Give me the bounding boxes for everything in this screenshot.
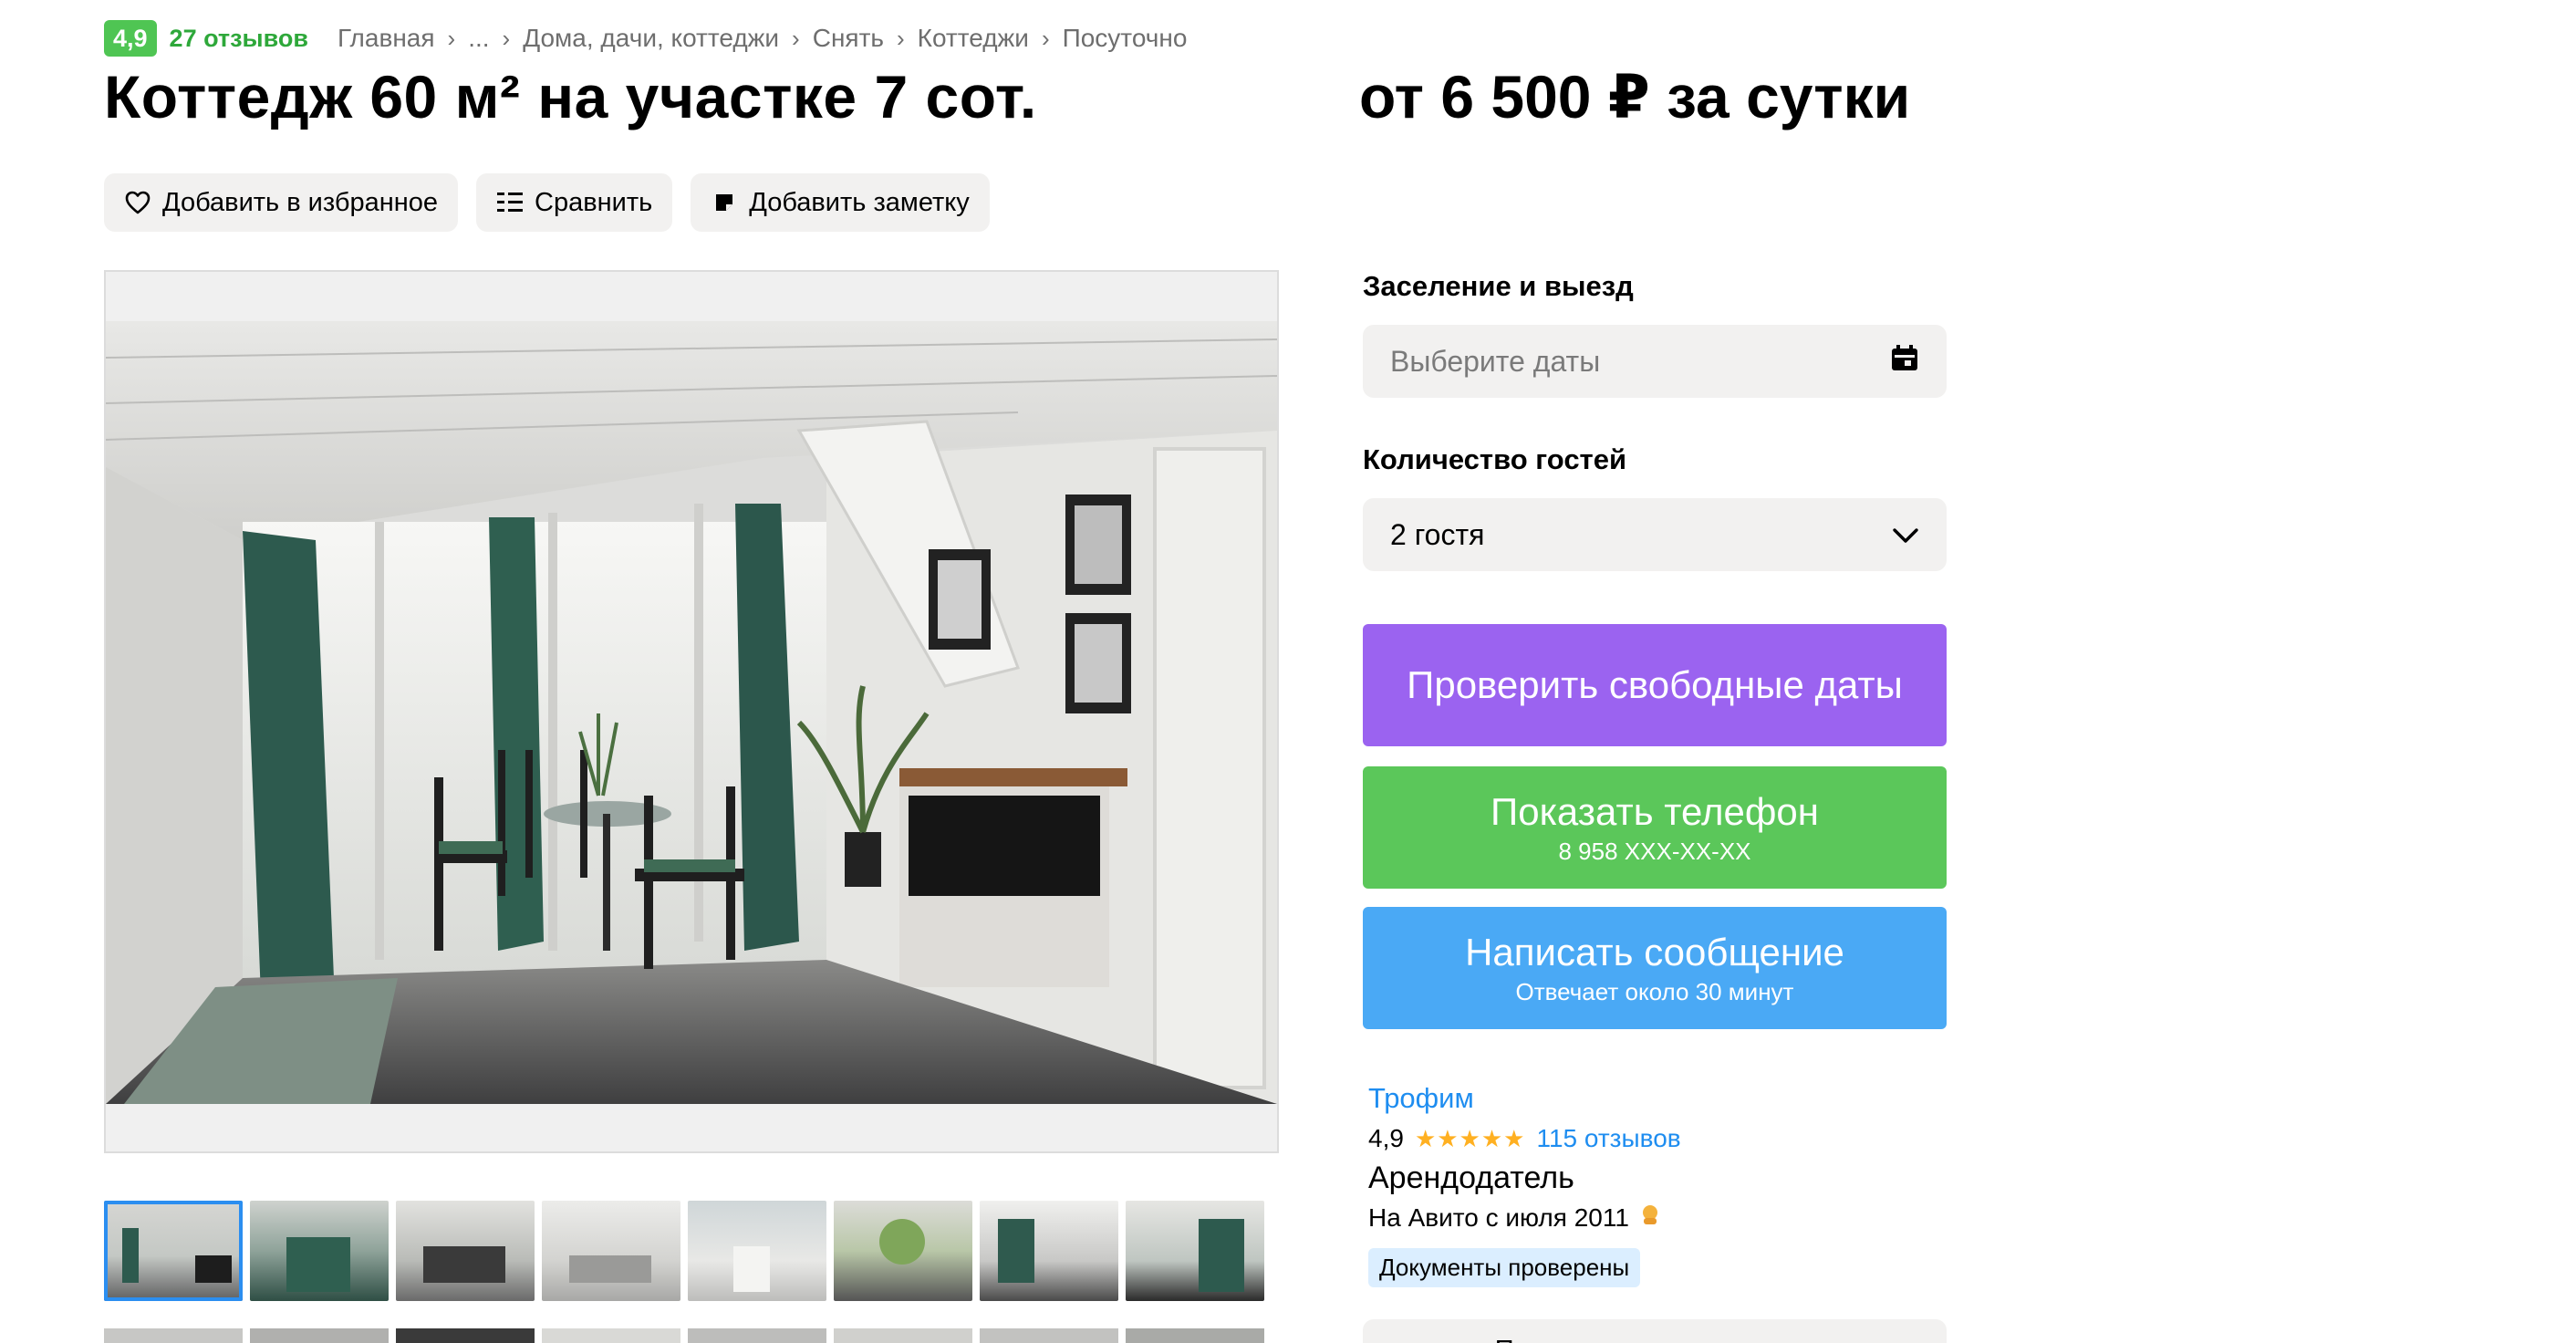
response-time: Отвечает около 30 минут [1515,977,1794,1005]
thumbnail[interactable] [834,1328,972,1343]
seller-type: Арендодатель [1368,1161,1574,1195]
subscribe-seller-button[interactable]: Подписаться на продавца [1363,1319,1947,1343]
check-dates-button[interactable]: Проверить свободные даты [1363,624,1947,746]
guests-select[interactable]: 2 гостя [1363,498,1947,571]
add-note-label: Добавить заметку [749,187,970,217]
member-badge-icon [1638,1202,1662,1233]
thumbnail[interactable] [104,1328,243,1343]
heart-icon [124,189,151,216]
thumbnail[interactable] [250,1328,389,1343]
thumbnail[interactable] [1126,1201,1264,1301]
thumbnail[interactable] [542,1328,680,1343]
breadcrumb: Главная › ... › Дома, дачи, коттеджи › С… [338,24,1187,53]
dates-placeholder: Выберите даты [1390,344,1601,378]
reviews-link[interactable]: 27 отзывов [170,25,308,53]
seller-rating-row: 4,9 ★★★★★ 115 отзывов [1368,1124,1681,1153]
thumbnail[interactable] [104,1201,243,1301]
listing-actions: Добавить в избранное Сравнить Добавить з… [104,173,990,232]
thumbnail[interactable] [688,1328,826,1343]
price: от 6 500 ₽ за сутки [1359,63,1911,130]
show-phone-label: Показать телефон [1491,789,1819,833]
breadcrumb-item[interactable]: Посуточно [1063,24,1188,53]
chevron-right-icon: › [1041,24,1050,52]
guests-value: 2 гостя [1390,517,1485,551]
chevron-right-icon: › [896,24,905,52]
main-photo[interactable] [104,270,1279,1153]
add-favorite-button[interactable]: Добавить в избранное [104,173,459,232]
thumbnail[interactable] [250,1201,389,1301]
dates-picker[interactable]: Выберите даты [1363,325,1947,398]
star-rating-icon: ★★★★★ [1414,1124,1526,1152]
calendar-icon [1890,343,1919,380]
thumbnail-strip [104,1201,1264,1301]
write-message-label: Написать сообщение [1465,930,1844,973]
add-note-button[interactable]: Добавить заметку [691,173,990,232]
seller-reviews-link[interactable]: 115 отзывов [1536,1124,1680,1153]
check-dates-label: Проверить свободные даты [1407,663,1903,706]
write-message-button[interactable]: Написать сообщение Отвечает около 30 мин… [1363,907,1947,1029]
breadcrumb-item[interactable]: Главная [338,24,435,53]
chevron-down-icon [1892,518,1919,552]
chevron-right-icon: › [792,24,800,52]
thumbnail[interactable] [396,1328,535,1343]
thumbnail[interactable] [1126,1328,1264,1343]
thumbnail[interactable] [396,1201,535,1301]
breadcrumb-item[interactable]: Коттеджи [918,24,1029,53]
add-favorite-label: Добавить в избранное [162,187,439,217]
note-icon [711,189,738,216]
breadcrumb-item[interactable]: Дома, дачи, коттеджи [523,24,779,53]
seller-rating: 4,9 [1368,1124,1404,1152]
page-title: Коттедж 60 м² на участке 7 сот. [104,63,1037,130]
guests-label: Количество гостей [1363,443,1627,475]
thumbnail[interactable] [688,1201,826,1301]
compare-icon [496,189,524,216]
compare-button[interactable]: Сравнить [476,173,673,232]
seller-name[interactable]: Трофим [1368,1082,1474,1115]
breadcrumb-item[interactable]: Снять [813,24,884,53]
rating-badge: 4,9 [104,20,157,57]
top-row: 4,9 27 отзывов Главная › ... › Дома, дач… [104,20,1187,57]
show-phone-button[interactable]: Показать телефон 8 958 XXX-XX-XX [1363,766,1947,889]
docs-verified-badge: Документы проверены [1368,1248,1641,1287]
thumbnail[interactable] [834,1201,972,1301]
seller-since: На Авито с июля 2011 [1368,1202,1629,1232]
compare-label: Сравнить [535,187,653,217]
chevron-right-icon: › [447,24,456,52]
thumbnail[interactable] [542,1201,680,1301]
dates-label: Заселение и выезд [1363,270,1634,302]
subscribe-label: Подписаться на продавца [1495,1336,1815,1343]
thumbnail-strip-row-2 [104,1328,1264,1343]
seller-since-row: На Авито с июля 2011 [1368,1202,1662,1233]
phone-number: 8 958 XXX-XX-XX [1558,837,1751,865]
thumbnail[interactable] [980,1201,1118,1301]
breadcrumb-item[interactable]: ... [468,24,489,53]
thumbnail[interactable] [980,1328,1118,1343]
room-photo [106,321,1277,1104]
chevron-right-icon: › [502,24,511,52]
